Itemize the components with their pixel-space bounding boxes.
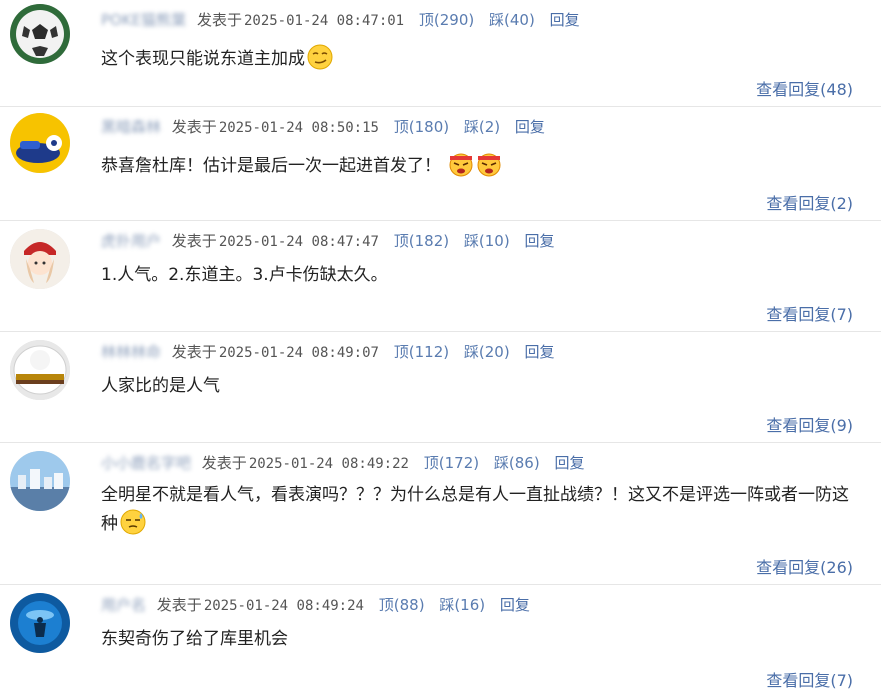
downvote-button[interactable]: 踩(40) [489, 11, 535, 29]
view-replies-link[interactable]: 查看回复(26) [756, 554, 853, 578]
reply-button[interactable]: 回复 [524, 343, 554, 361]
reply-button[interactable]: 回复 [554, 454, 584, 472]
comment-item: POKE猫熊葉 发表于 2025-01-24 08:47:01 顶(290) 踩(… [0, 0, 881, 107]
view-replies-link[interactable]: 查看回复(2) [766, 190, 853, 214]
angry-emoji-icon [477, 153, 501, 177]
avatar[interactable] [10, 113, 70, 173]
comment-item: 用户名 发表于 2025-01-24 08:49:24 顶(88) 踩(16) 回… [0, 585, 881, 695]
avatar[interactable] [10, 229, 70, 289]
view-replies-link[interactable]: 查看回复(48) [756, 76, 853, 100]
avatar[interactable] [10, 340, 70, 400]
reply-button[interactable]: 回复 [500, 596, 530, 614]
upvote-button[interactable]: 顶(88) [379, 596, 425, 614]
username[interactable]: POKE猫熊葉 [101, 9, 186, 31]
comment-body: 全明星不就是看人气，看表演吗？？？为什么总是有人一直扯战绩？！这又不是评选一阵或… [101, 485, 849, 534]
post-time: 2025-01-24 08:49:07 [218, 345, 379, 361]
username[interactable]: 林林林命 [101, 341, 161, 363]
smirk-emoji-icon [307, 44, 333, 70]
view-replies-link[interactable]: 查看回复(9) [766, 412, 853, 436]
comment-item: 小小鹿名字吧 发表于 2025-01-24 08:49:22 顶(172) 踩(8… [0, 443, 881, 585]
upvote-button[interactable]: 顶(180) [394, 118, 449, 136]
view-replies-link[interactable]: 查看回复(7) [766, 301, 853, 325]
comment-meta: 用户名 发表于 2025-01-24 08:49:24 顶(88) 踩(16) 回… [101, 594, 530, 616]
comment-meta: 虎扑用户 发表于 2025-01-24 08:47:47 顶(182) 踩(10)… [101, 230, 554, 252]
upvote-button[interactable]: 顶(290) [419, 11, 474, 29]
comment-meta: 林林林命 发表于 2025-01-24 08:49:07 顶(112) 踩(20)… [101, 341, 554, 363]
username[interactable]: 虎扑用户 [101, 230, 161, 252]
comment-text: 这个表现只能说东道主加成 [101, 44, 861, 73]
upvote-button[interactable]: 顶(112) [394, 343, 449, 361]
upvote-button[interactable]: 顶(172) [424, 454, 479, 472]
avatar[interactable] [10, 451, 70, 511]
comment-meta: 小小鹿名字吧 发表于 2025-01-24 08:49:22 顶(172) 踩(8… [101, 452, 584, 474]
username[interactable]: 黑暗森林 [101, 116, 161, 138]
posted-label: 发表于 [156, 596, 202, 614]
downvote-button[interactable]: 踩(16) [439, 596, 485, 614]
username[interactable]: 用户名 [101, 594, 146, 616]
comment-text: 全明星不就是看人气，看表演吗？？？为什么总是有人一直扯战绩？！这又不是评选一阵或… [101, 481, 861, 538]
post-time: 2025-01-24 08:49:22 [248, 456, 409, 472]
comment-body: 人家比的是人气 [101, 376, 220, 396]
comment-body: 东契奇伤了给了库里机会 [101, 629, 288, 649]
downvote-button[interactable]: 踩(86) [494, 454, 540, 472]
downvote-button[interactable]: 踩(2) [464, 118, 500, 136]
post-time: 2025-01-24 08:49:24 [203, 598, 364, 614]
posted-label: 发表于 [171, 343, 217, 361]
comment-body: 恭喜詹杜库！估计是最后一次一起进首发了！ [101, 156, 441, 176]
comment-text: 人家比的是人气 [101, 372, 861, 400]
avatar[interactable] [10, 4, 70, 64]
sweat-emoji-icon [120, 509, 146, 535]
comment-item: 虎扑用户 发表于 2025-01-24 08:47:47 顶(182) 踩(10)… [0, 221, 881, 332]
post-time: 2025-01-24 08:50:15 [218, 120, 379, 136]
posted-label: 发表于 [171, 232, 217, 250]
post-time: 2025-01-24 08:47:01 [243, 13, 405, 29]
reply-button[interactable]: 回复 [550, 11, 580, 29]
comment-body: 1.人气。2.东道主。3.卢卡伤缺太久。 [101, 265, 388, 285]
comment-item: 林林林命 发表于 2025-01-24 08:49:07 顶(112) 踩(20)… [0, 332, 881, 443]
username[interactable]: 小小鹿名字吧 [101, 452, 191, 474]
posted-label: 发表于 [196, 11, 242, 29]
comment-meta: 黑暗森林 发表于 2025-01-24 08:50:15 顶(180) 踩(2) … [101, 116, 545, 138]
comment-text: 恭喜詹杜库！估计是最后一次一起进首发了！ [101, 151, 861, 180]
comment-body: 这个表现只能说东道主加成 [101, 49, 305, 69]
comment-text: 东契奇伤了给了库里机会 [101, 625, 861, 653]
view-replies-link[interactable]: 查看回复(7) [766, 667, 853, 691]
downvote-button[interactable]: 踩(20) [464, 343, 510, 361]
reply-button[interactable]: 回复 [515, 118, 545, 136]
comment-meta: POKE猫熊葉 发表于 2025-01-24 08:47:01 顶(290) 踩(… [101, 9, 580, 31]
downvote-button[interactable]: 踩(10) [464, 232, 510, 250]
post-time: 2025-01-24 08:47:47 [218, 234, 379, 250]
posted-label: 发表于 [171, 118, 217, 136]
comment-item: 黑暗森林 发表于 2025-01-24 08:50:15 顶(180) 踩(2) … [0, 107, 881, 221]
comment-text: 1.人气。2.东道主。3.卢卡伤缺太久。 [101, 261, 861, 289]
avatar[interactable] [10, 593, 70, 653]
posted-label: 发表于 [201, 454, 247, 472]
angry-emoji-icon [449, 153, 473, 177]
upvote-button[interactable]: 顶(182) [394, 232, 449, 250]
reply-button[interactable]: 回复 [524, 232, 554, 250]
